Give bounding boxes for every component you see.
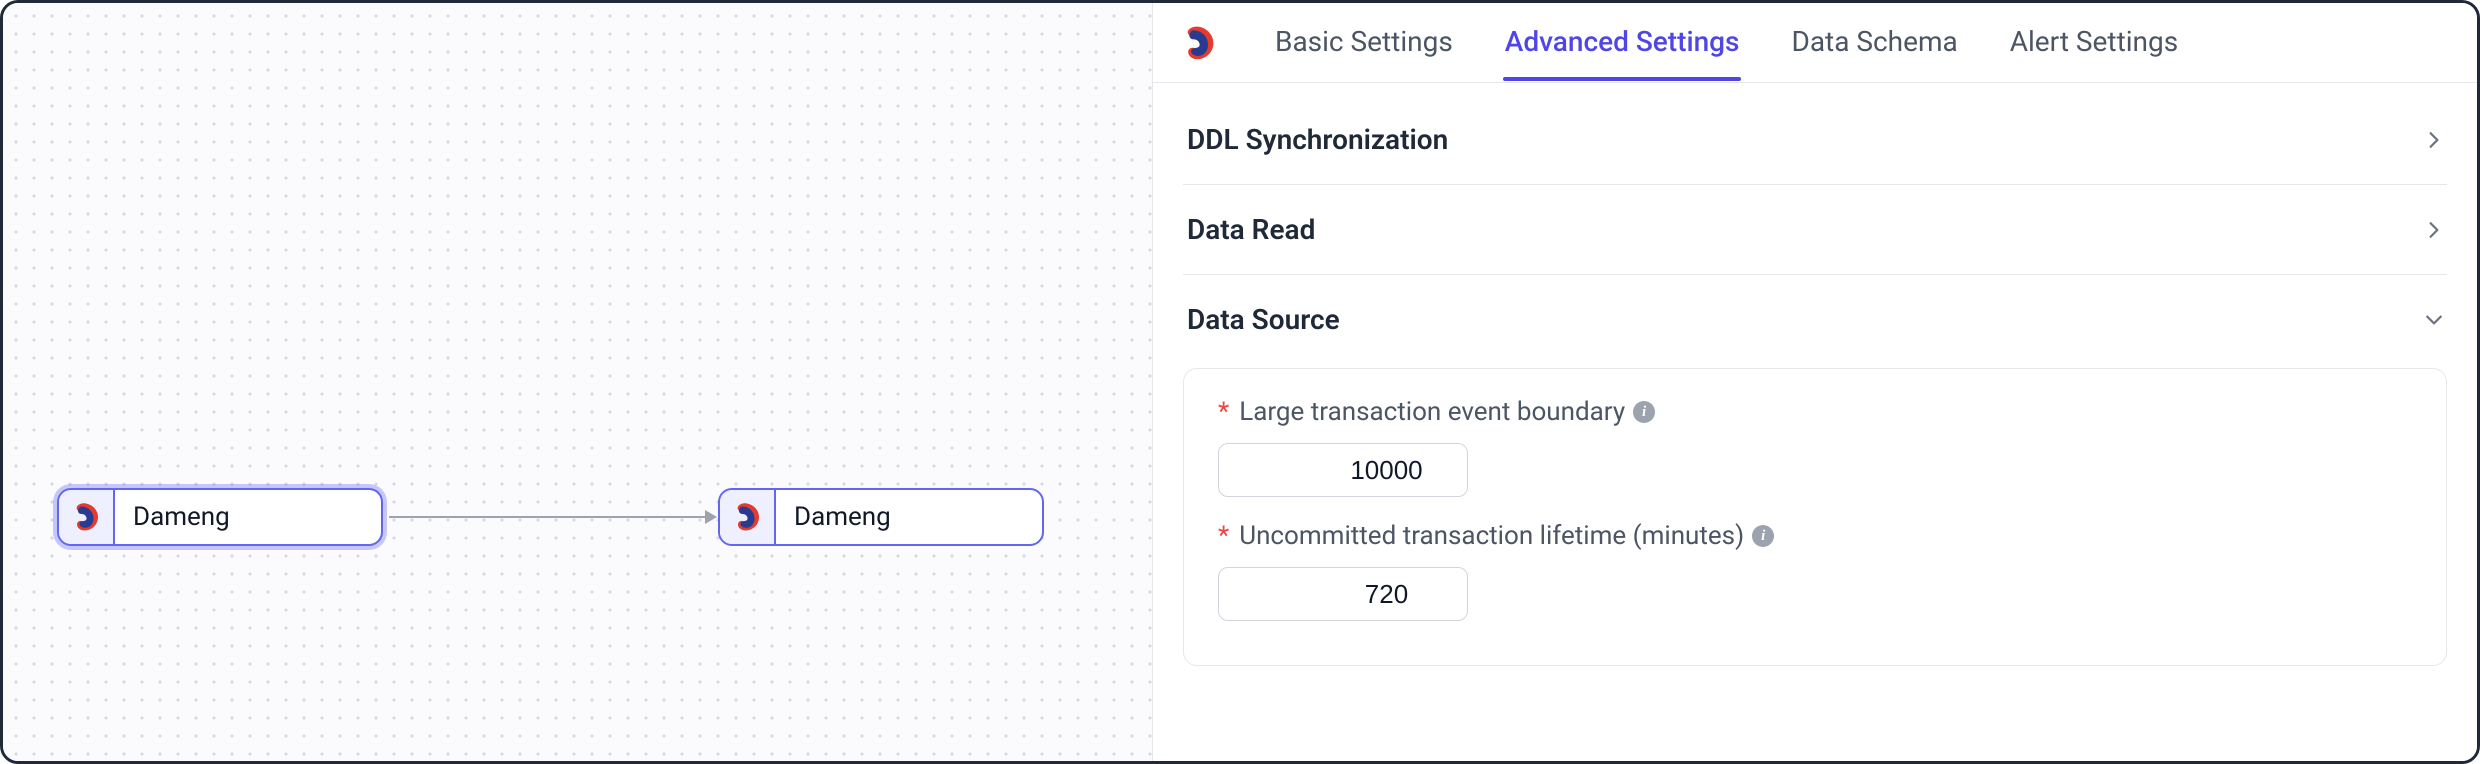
sections-container: DDL Synchronization Data Read Data Sourc…: [1153, 83, 2477, 666]
pipeline-edge: [389, 516, 715, 518]
label-text: Uncommitted transaction lifetime (minute…: [1239, 521, 1744, 551]
pipeline-canvas[interactable]: Dameng Dameng: [3, 3, 1153, 761]
node-label: Dameng: [776, 502, 913, 532]
field-label: * Large transaction event boundary i: [1218, 397, 2412, 427]
tab-alert-settings[interactable]: Alert Settings: [2008, 5, 2180, 80]
section-data-read[interactable]: Data Read: [1183, 185, 2447, 275]
large-transaction-input-wrapper: [1218, 443, 1468, 497]
pipeline-node-source[interactable]: Dameng: [57, 488, 383, 546]
settings-panel: Basic Settings Advanced Settings Data Sc…: [1153, 3, 2477, 761]
field-large-transaction: * Large transaction event boundary i: [1218, 397, 2412, 497]
required-marker: *: [1218, 397, 1229, 427]
uncommitted-lifetime-input-wrapper: [1218, 567, 1468, 621]
brand-icon: [1177, 21, 1221, 65]
chevron-right-icon: [2425, 131, 2443, 149]
tab-data-schema[interactable]: Data Schema: [1789, 5, 1959, 80]
pipeline-node-target[interactable]: Dameng: [718, 488, 1044, 546]
tabs-bar: Basic Settings Advanced Settings Data Sc…: [1153, 3, 2477, 83]
section-data-source[interactable]: Data Source: [1183, 275, 2447, 364]
app-root: Dameng Dameng Basic Settings Advanced: [0, 0, 2480, 764]
dameng-icon: [720, 490, 776, 544]
required-marker: *: [1218, 521, 1229, 551]
dameng-icon: [59, 490, 115, 544]
chevron-down-icon: [2425, 311, 2443, 329]
node-label: Dameng: [115, 502, 252, 532]
large-transaction-input[interactable]: [1219, 444, 1468, 496]
uncommitted-lifetime-input[interactable]: [1219, 568, 1468, 620]
section-ddl-sync[interactable]: DDL Synchronization: [1183, 95, 2447, 185]
tab-advanced-settings[interactable]: Advanced Settings: [1503, 5, 1742, 80]
chevron-right-icon: [2425, 221, 2443, 239]
section-data-source-body: * Large transaction event boundary i: [1183, 368, 2447, 666]
section-title: DDL Synchronization: [1187, 123, 1448, 156]
section-title: Data Read: [1187, 213, 1315, 246]
tab-basic-settings[interactable]: Basic Settings: [1273, 5, 1455, 80]
info-icon[interactable]: i: [1633, 401, 1655, 423]
field-uncommitted-lifetime: * Uncommitted transaction lifetime (minu…: [1218, 521, 2412, 621]
field-label: * Uncommitted transaction lifetime (minu…: [1218, 521, 2412, 551]
label-text: Large transaction event boundary: [1239, 397, 1625, 427]
section-title: Data Source: [1187, 303, 1340, 336]
info-icon[interactable]: i: [1752, 525, 1774, 547]
